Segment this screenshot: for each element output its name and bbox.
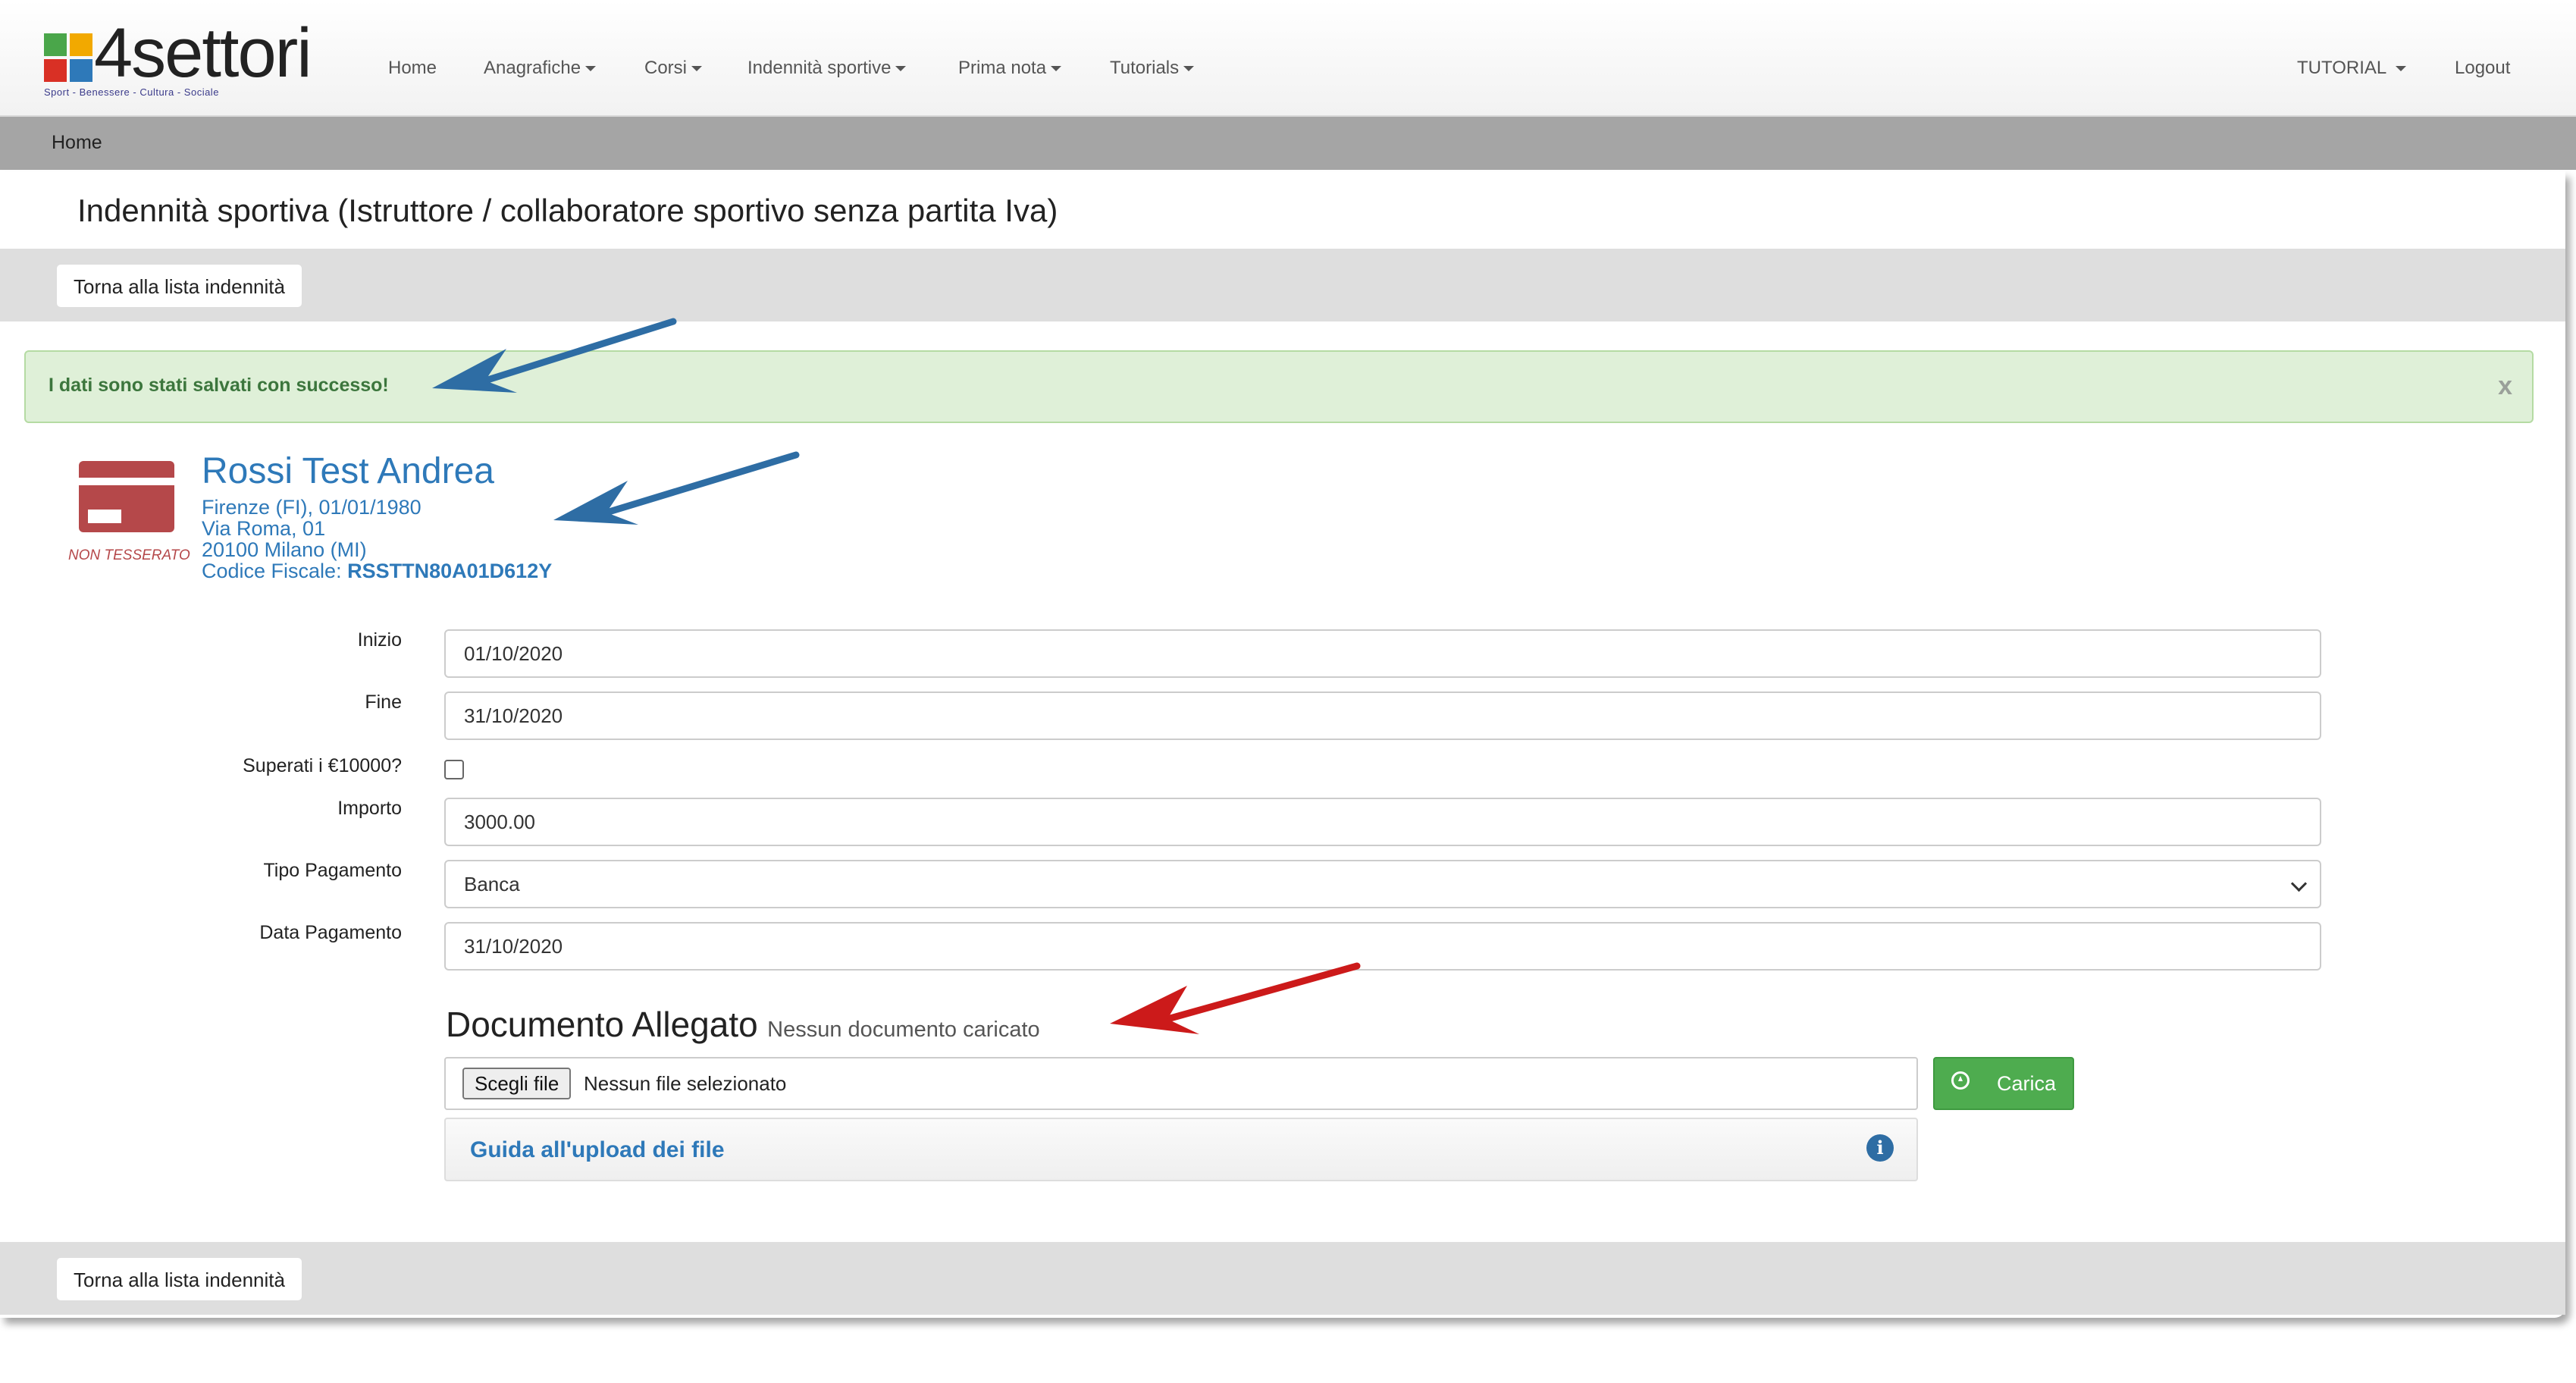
annotation-arrows <box>432 318 1361 1034</box>
blue-arrow-member <box>553 451 800 525</box>
red-arrow-document <box>1110 962 1361 1034</box>
blue-arrow-alert <box>432 318 677 393</box>
